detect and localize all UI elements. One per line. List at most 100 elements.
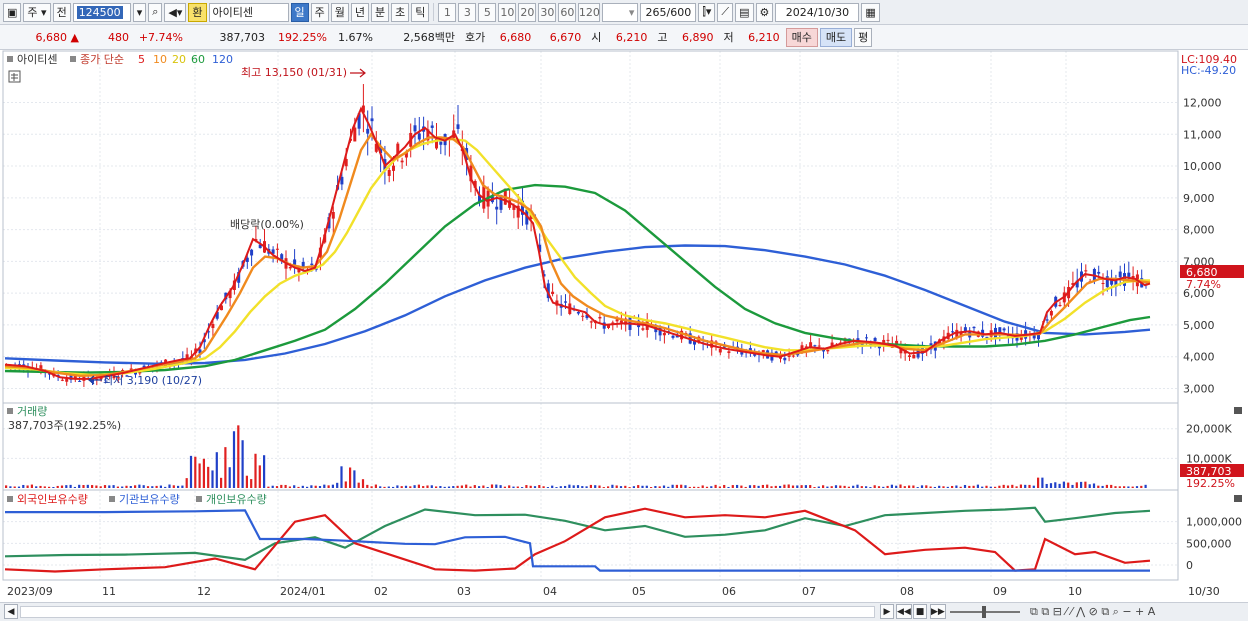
sell-button[interactable]: 매도	[819, 27, 853, 47]
volume-bar	[856, 484, 859, 488]
chart-area[interactable]: 3,000 4,000 5,000 6,000 7,000 8,000 9,000 10,00…	[0, 50, 1248, 602]
candle-body	[813, 345, 817, 347]
low-price: 6,210	[748, 30, 780, 44]
interval-1[interactable]: 1	[438, 2, 457, 22]
volume-bar	[1002, 484, 1005, 488]
chart-canvas[interactable]: 3,0004,0005,0006,0007,0008,0009,00010,00…	[0, 50, 1248, 602]
volume-tick-label: 20,000K	[1186, 423, 1232, 436]
volume-bar	[228, 467, 231, 488]
volume-bar	[890, 484, 893, 488]
draw-tool-icon[interactable]: ⟋	[717, 2, 734, 22]
volume-bar	[895, 485, 898, 488]
candle-body	[865, 337, 868, 339]
volume-bar	[310, 485, 313, 488]
layout-icon[interactable]: ▣	[3, 2, 22, 22]
interval-5[interactable]: 5	[478, 2, 497, 22]
date-field[interactable]: 2024/10/30	[775, 2, 860, 22]
interval-60[interactable]: 60	[558, 2, 577, 22]
stop-icon[interactable]: ■	[913, 604, 927, 619]
candle-body	[275, 248, 279, 250]
volume-bar	[839, 485, 842, 488]
volume-bar	[813, 487, 816, 488]
tool-icons[interactable]: ⧉ ⧉ ⊟ ⁄ ⁄ ⋀ ⊘ ⧉ ⌕ − + A	[1030, 605, 1155, 619]
scroll-left-icon[interactable]: ◀	[4, 604, 18, 619]
volume-bar	[796, 485, 799, 488]
interval-3[interactable]: 3	[458, 2, 477, 22]
hc-label: HC:-49.20	[1181, 64, 1236, 77]
volume-bar	[916, 487, 919, 488]
count-value: 265	[645, 5, 667, 19]
volume-bar	[981, 486, 984, 488]
rewind-icon[interactable]: ◀◀	[896, 604, 912, 619]
volume-bar	[82, 485, 85, 488]
candle-body	[1049, 310, 1053, 316]
bid-price: 6,670	[549, 30, 582, 44]
eval-button[interactable]: 평	[854, 27, 873, 47]
volume-bar	[237, 425, 240, 488]
volume-bar	[69, 484, 72, 488]
code-dropdown-icon[interactable]: ▾	[132, 2, 147, 22]
candle-body	[1097, 271, 1101, 274]
volume-bar	[263, 455, 266, 488]
stock-name-field[interactable]: 아이티센	[208, 2, 289, 22]
volume-bar	[529, 485, 532, 488]
volume-bar	[744, 486, 747, 488]
candle-body	[1127, 272, 1131, 277]
scroll-right-icon[interactable]: ▶	[880, 604, 894, 619]
panel-close-icon[interactable]	[1234, 407, 1242, 414]
volume-bar	[877, 486, 881, 488]
calendar-icon[interactable]: ▦	[861, 2, 880, 22]
speaker-icon[interactable]: ◀▾	[164, 2, 187, 22]
horizontal-scrollbar[interactable]	[20, 606, 875, 618]
candle-type-icon[interactable]: ⫿▾	[698, 2, 716, 22]
volume-bar	[865, 486, 868, 488]
chart-footer: ◀ ▶ ◀◀ ■ ▶▶ ⧉ ⧉ ⊟ ⁄ ⁄ ⋀ ⊘ ⧉ ⌕ − + A	[0, 602, 1248, 621]
volume-bar	[869, 487, 872, 488]
buy-button[interactable]: 매수	[785, 27, 818, 47]
volume-bar	[671, 484, 674, 488]
volume-bar	[852, 485, 855, 488]
holdings-tick-label: 500,000	[1186, 537, 1232, 550]
volume-bar	[1067, 482, 1070, 488]
interval-30[interactable]: 30	[538, 2, 557, 22]
market-select[interactable]: 주 ▾	[23, 2, 51, 22]
volume-bar	[13, 486, 16, 488]
volume-bar	[1097, 485, 1100, 488]
prev-button[interactable]: 전	[52, 2, 71, 22]
date-tick-label: 2023/09	[7, 585, 53, 598]
count-field[interactable]: 265/600	[640, 2, 697, 22]
panel-close-icon[interactable]	[1234, 495, 1242, 502]
volume-bar	[710, 486, 713, 488]
volume-ratio: 192.25%	[278, 30, 327, 44]
period-minute[interactable]: 분	[371, 2, 390, 22]
zoom-slider-handle[interactable]	[982, 606, 986, 618]
search-icon[interactable]: ⌕	[148, 2, 163, 22]
volume-bar	[1054, 482, 1057, 488]
volume-bar	[688, 486, 691, 488]
volume-bar	[5, 485, 8, 488]
period-day[interactable]: 일	[290, 2, 309, 22]
candle-body	[439, 141, 443, 145]
save-icon[interactable]: ▤	[735, 2, 754, 22]
interval-20[interactable]: 20	[518, 2, 537, 22]
period-tick[interactable]: 틱	[411, 2, 430, 22]
period-second[interactable]: 초	[391, 2, 410, 22]
legend-square-icon	[70, 56, 76, 62]
gear-icon[interactable]: ⚙	[755, 2, 774, 22]
stock-code-input[interactable]: 124500	[72, 2, 131, 22]
interval-120[interactable]: 120	[578, 2, 601, 22]
volume-bar	[748, 485, 752, 488]
interval-10[interactable]: 10	[498, 2, 517, 22]
exchange-badge[interactable]: 환	[188, 2, 207, 22]
volume-bar	[456, 485, 459, 488]
forward-icon[interactable]: ▶▶	[930, 604, 946, 619]
period-week[interactable]: 주	[310, 2, 329, 22]
volume-bar	[1123, 486, 1126, 488]
candle-body	[310, 263, 314, 266]
volume-bar	[512, 486, 515, 488]
period-month[interactable]: 월	[330, 2, 349, 22]
volume-bar	[628, 487, 631, 488]
volume-bar	[86, 484, 89, 488]
period-year[interactable]: 년	[350, 2, 369, 22]
interval-custom-input[interactable]: ▾	[602, 2, 639, 22]
